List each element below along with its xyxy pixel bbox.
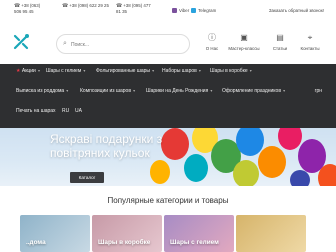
menu-row-3: Печать на шарах RU UA	[0, 108, 336, 124]
hero-title: Яскраві подарунки з повітряних кульок	[50, 132, 163, 160]
callback-link[interactable]: Заказать обратный звонок!	[269, 8, 324, 13]
menu-item-decor[interactable]: Оформление праздников ▾	[222, 88, 285, 94]
phone-2[interactable]: ☎+38 (098) 622 29 25	[62, 3, 112, 9]
phone-3[interactable]: ☎+38 (095) 477 81 35	[116, 3, 152, 14]
category-card-maternity[interactable]: ..дома	[20, 215, 90, 252]
catalog-button[interactable]: Каталог	[70, 172, 104, 183]
menu-item-helium[interactable]: Шары с гелием ▾	[46, 68, 85, 74]
lang-ua[interactable]: UA	[75, 108, 82, 114]
menu-item-compositions[interactable]: Композиции из шаров ▾	[80, 88, 135, 94]
section-title: Популярные категории и товары	[107, 196, 229, 205]
menu-item-sales[interactable]: ★ Акции ▾	[16, 68, 40, 74]
chevron-down-icon: ▾	[36, 68, 40, 73]
chevron-down-icon: ▾	[248, 68, 252, 73]
telegram-icon[interactable]	[191, 8, 197, 13]
chevron-down-icon: ▾	[131, 88, 136, 93]
menu-item-birthday[interactable]: Шарики на День Рождения ▾	[146, 88, 212, 94]
category-card-helium[interactable]: Шары с гелием	[164, 215, 234, 252]
top-bar: ☎+38 (063) 506 95 45 ☎+38 (098) 622 29 2…	[0, 0, 336, 24]
menu-row-1: ★ Акции ▾ Шары с гелием ▾ Фольгированные…	[0, 68, 336, 84]
menu-item-printing[interactable]: Печать на шарах	[16, 108, 56, 114]
search-box: ⌕	[56, 34, 190, 54]
nav-masterclasses[interactable]: ▣ Мастер-классы	[224, 33, 264, 51]
currency-switch[interactable]: грн	[315, 88, 322, 94]
menu-item-maternity[interactable]: Выписка из роддома ▾	[16, 88, 68, 94]
viber-link[interactable]: Viber	[179, 8, 189, 13]
article-icon: ▤	[276, 33, 284, 42]
lang-ru[interactable]: RU	[62, 108, 69, 114]
menu-row-2: Выписка из роддома ▾ Композиции из шаров…	[0, 88, 336, 104]
category-card-box[interactable]: Шары в коробке	[92, 215, 162, 252]
presentation-icon: ▣	[240, 33, 248, 42]
viber-icon[interactable]	[172, 8, 177, 13]
phone-icon: ☎	[62, 3, 69, 9]
menu-item-foil[interactable]: Фольгированные шары ▾	[96, 68, 154, 74]
search-icon[interactable]: ⌕	[63, 40, 67, 48]
main-menu: ★ Акции ▾ Шары с гелием ▾ Фольгированные…	[0, 64, 336, 128]
search-input[interactable]	[71, 38, 181, 52]
phone-1[interactable]: ☎+38 (063) 506 95 45	[14, 3, 44, 14]
header-nav: ⓘ О Нас ▣ Мастер-классы ▤ Статьи ⌖ Конта…	[196, 33, 326, 57]
menu-item-box[interactable]: Шары в коробке ▾	[210, 68, 252, 74]
chevron-down-icon: ▾	[151, 68, 155, 73]
menu-item-sets[interactable]: Наборы шаров ▾	[162, 68, 201, 74]
star-icon: ★	[16, 68, 21, 74]
chevron-down-icon: ▾	[209, 88, 213, 93]
logo[interactable]	[12, 33, 30, 51]
chevron-down-icon: ▾	[82, 68, 86, 73]
telegram-link[interactable]: Telegram	[198, 8, 216, 13]
category-card-extra[interactable]	[236, 215, 306, 252]
chevron-down-icon: ▾	[281, 88, 286, 93]
location-icon: ⌖	[307, 33, 313, 42]
category-cards: ..дома Шары в коробке Шары с гелием	[0, 215, 336, 252]
chevron-down-icon: ▾	[197, 68, 201, 73]
hero-banner: Яскраві подарунки з повітряних кульок Ка…	[0, 128, 336, 186]
chevron-down-icon: ▾	[65, 88, 69, 93]
nav-contacts[interactable]: ⌖ Контакты	[294, 33, 326, 51]
nav-articles[interactable]: ▤ Статьи	[264, 33, 296, 51]
messengers: Viber Telegram	[172, 8, 216, 13]
